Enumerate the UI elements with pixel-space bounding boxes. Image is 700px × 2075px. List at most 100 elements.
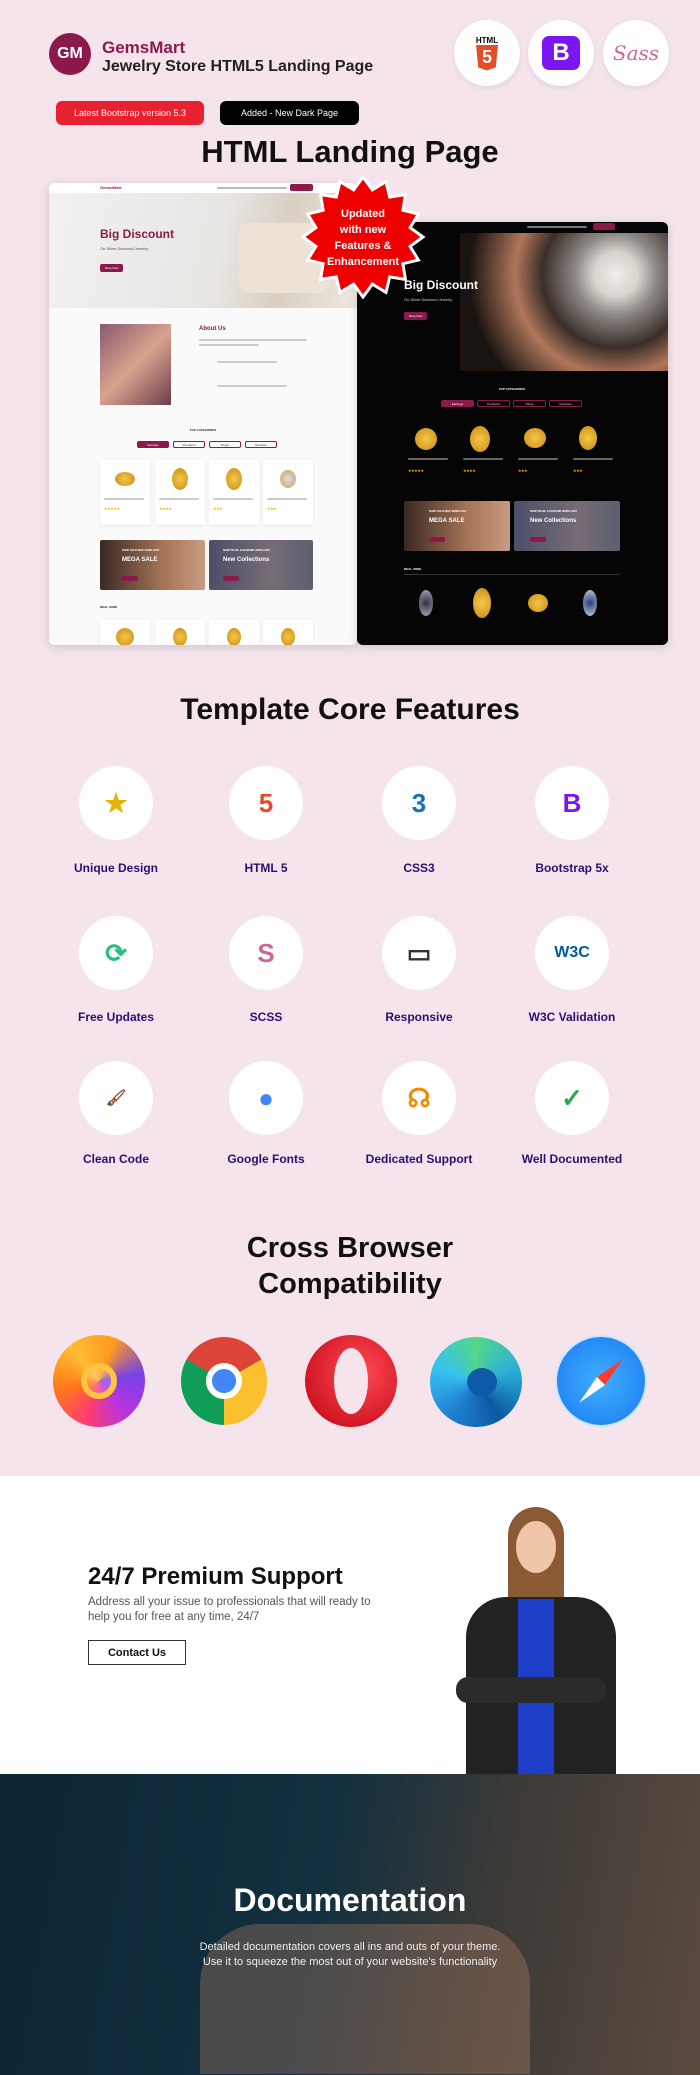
banner-eyebrow: SHOP PEARL & DIAMOND JEWELLERY bbox=[530, 510, 578, 513]
feature-label: Dedicated Support bbox=[365, 1152, 473, 1166]
mega-sale-banner: SHOP GOLD NEW JEWELLERY MEGA SALE bbox=[100, 540, 205, 590]
google-fonts-icon: ● bbox=[229, 1061, 303, 1135]
documentation-text-line2: Use it to squeeze the most out of your w… bbox=[202, 1956, 498, 1968]
product-card: ★★★★ bbox=[155, 460, 205, 525]
preview-about-title: About Us bbox=[199, 326, 226, 332]
chrome-icon bbox=[181, 1337, 267, 1425]
preview-tab: Rings bbox=[209, 441, 241, 448]
feature-label: SCSS bbox=[249, 1010, 283, 1024]
compass-needle bbox=[579, 1359, 623, 1403]
unique-design-icon: ★ bbox=[79, 766, 153, 840]
documentation-background bbox=[0, 1774, 700, 2075]
mega-sale-banner: SHOP GOLD NEW JEWELLERY MEGA SALE bbox=[404, 501, 510, 551]
rating: ★★★ bbox=[573, 468, 583, 473]
text-line bbox=[199, 339, 307, 341]
text-line bbox=[217, 361, 277, 363]
feature-label: W3C Validation bbox=[528, 1010, 616, 1024]
product-image bbox=[415, 428, 437, 450]
deal-image bbox=[583, 590, 597, 616]
bootstrap-version-badge: Latest Bootstrap version 5.3 bbox=[56, 101, 204, 125]
features-title: Template Core Features bbox=[180, 693, 520, 726]
feature-label: Bootstrap 5x bbox=[535, 861, 609, 875]
deal-card bbox=[263, 620, 313, 645]
rating: ★★★★★ bbox=[408, 468, 424, 473]
product-image bbox=[579, 426, 597, 450]
sass-icon: S bbox=[229, 916, 303, 990]
page-subtitle: Jewelry Store HTML5 Landing Page bbox=[102, 58, 374, 75]
preview-nav-links bbox=[527, 226, 587, 228]
text-line bbox=[573, 458, 613, 460]
product-card: ★★★ bbox=[209, 460, 259, 525]
html-shield: 5 bbox=[476, 44, 498, 71]
banner-title: MEGA SALE bbox=[122, 557, 158, 563]
starburst-line: Features & bbox=[335, 240, 392, 252]
brand-logo: GM bbox=[49, 33, 91, 75]
contact-us-button[interactable]: Contact Us bbox=[88, 1640, 186, 1665]
starburst-line: Updated bbox=[341, 208, 385, 220]
starburst-line: with new bbox=[339, 224, 387, 236]
preview-categories-title: TOP CATEGORIES bbox=[189, 428, 217, 432]
support-text-line2: help you for free at any time, 24/7 bbox=[88, 1611, 260, 1623]
w3c-icon: W3C bbox=[535, 916, 609, 990]
banner-title: New Collections bbox=[530, 518, 577, 524]
broom-icon: 🖌 bbox=[79, 1061, 153, 1135]
support-text-line1: Address all your issue to professionals … bbox=[88, 1596, 371, 1608]
documentation-title: Documentation bbox=[233, 1882, 467, 1918]
deal-card bbox=[100, 620, 150, 645]
preview-logo: Gems♦Mart bbox=[100, 185, 122, 190]
headset-icon: ☊ bbox=[382, 1061, 456, 1135]
preview-tab: Pendants bbox=[477, 400, 510, 407]
rating: ★★★★ bbox=[463, 468, 476, 473]
product-image bbox=[470, 426, 490, 452]
deal-image bbox=[419, 590, 433, 616]
support-title: 24/7 Premium Support bbox=[88, 1563, 343, 1590]
banner-title: New Collections bbox=[223, 557, 270, 563]
new-collections-banner: SHOP PEARL & DIAMOND JEWELLERY New Colle… bbox=[514, 501, 620, 551]
browsers-title-line1: Cross Browser bbox=[246, 1232, 454, 1264]
free-updates-icon: ⟳ bbox=[79, 916, 153, 990]
feature-label: HTML 5 bbox=[244, 861, 288, 875]
responsive-devices-icon: ▭ bbox=[382, 916, 456, 990]
preview-tab: Earrings bbox=[441, 400, 474, 407]
bootstrap-icon: B bbox=[528, 20, 594, 86]
banner-eyebrow: SHOP GOLD NEW JEWELLERY bbox=[429, 510, 467, 513]
about-image bbox=[100, 324, 171, 405]
sass-icon: Sass bbox=[603, 20, 669, 86]
css3-icon: 3 bbox=[382, 766, 456, 840]
bootstrap-icon: B bbox=[535, 766, 609, 840]
feature-label: Google Fonts bbox=[227, 1152, 305, 1166]
feature-label: Clean Code bbox=[82, 1152, 149, 1166]
banner-button bbox=[122, 576, 138, 581]
feature-label: Unique Design bbox=[73, 861, 158, 875]
deal-image bbox=[528, 594, 548, 612]
feature-label: Free Updates bbox=[77, 1010, 155, 1024]
preview-deal-title: DEAL ZONE bbox=[100, 605, 118, 609]
text-line bbox=[199, 344, 259, 346]
brand-name: GemsMart bbox=[102, 38, 186, 57]
sass-logo: Sass bbox=[612, 41, 660, 65]
bootstrap-logo: B bbox=[542, 36, 580, 70]
preview-tab: Necklace bbox=[549, 400, 582, 407]
document-stamp-icon: ✓ bbox=[535, 1061, 609, 1135]
deal-card bbox=[209, 620, 259, 645]
preview-hero-title: Big Discount bbox=[100, 227, 174, 241]
product-card: ★★★ bbox=[263, 460, 313, 525]
product-card: ★★★★★ bbox=[100, 460, 150, 525]
preview-deal-title: DEAL ZONE bbox=[404, 567, 422, 571]
preview-tab: Pendants bbox=[173, 441, 205, 448]
preview-tab: Earrings bbox=[137, 441, 169, 448]
product-image bbox=[524, 428, 546, 448]
rating: ★★★ bbox=[518, 468, 528, 473]
divider bbox=[404, 574, 620, 575]
preview-nav-button bbox=[593, 223, 615, 230]
preview-nav-links bbox=[217, 187, 287, 189]
html-label: HTML bbox=[475, 35, 499, 45]
banner-eyebrow: SHOP PEARL & DIAMOND JEWELLERY bbox=[223, 549, 271, 552]
text-line bbox=[408, 458, 448, 460]
deal-image bbox=[473, 588, 491, 618]
dark-page-badge: Added - New Dark Page bbox=[220, 101, 359, 125]
starburst-line: Enhancement bbox=[327, 256, 399, 268]
text-line bbox=[217, 385, 287, 387]
banner-button bbox=[429, 537, 445, 542]
html5-icon: 5 bbox=[229, 766, 303, 840]
